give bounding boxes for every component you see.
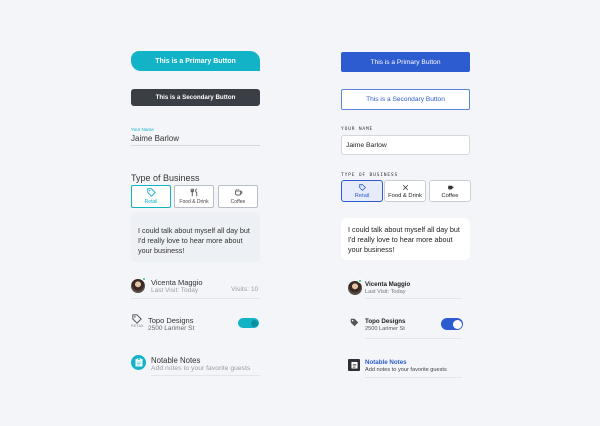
name-field[interactable]: Jaime Barlow xyxy=(341,135,470,155)
contact-name: Vicenta Maggio xyxy=(151,278,203,287)
business-toggle[interactable] xyxy=(238,318,259,328)
contact-visits: Visits: 10 xyxy=(231,286,259,293)
business-option-coffee[interactable]: Coffee xyxy=(218,185,258,208)
name-field[interactable]: Jaime Barlow xyxy=(131,134,179,143)
coffee-cup-icon xyxy=(447,185,453,190)
secondary-button[interactable]: This is a Secondary Button xyxy=(131,89,260,106)
business-option-label: Food & Drink xyxy=(388,192,422,199)
notes-subtitle: Add notes to your favorite guests xyxy=(365,367,447,373)
notes-icon xyxy=(131,355,146,370)
toggle-knob xyxy=(250,319,258,327)
online-status-dot xyxy=(142,277,146,281)
tag-icon xyxy=(146,188,156,197)
business-tag-label: RETAIL xyxy=(131,324,145,328)
coffee-cup-icon xyxy=(234,189,242,196)
divider xyxy=(365,298,462,299)
divider xyxy=(131,298,260,299)
clipboard-icon xyxy=(135,358,142,367)
message-card: I could talk about myself all day but I'… xyxy=(131,212,260,262)
tag-icon xyxy=(132,314,142,324)
business-option-food-drink[interactable]: Food & Drink xyxy=(384,180,426,202)
business-option-label: Coffee xyxy=(441,192,459,199)
notes-title[interactable]: Notable Notes xyxy=(151,356,200,365)
primary-button[interactable]: This is a Primary Button xyxy=(341,52,470,72)
online-status-dot xyxy=(358,279,362,283)
name-field-underline xyxy=(131,145,260,146)
name-field-label: YOUR NAME xyxy=(341,127,374,132)
avatar xyxy=(131,279,145,293)
primary-button[interactable]: This is a Primary Button xyxy=(131,51,260,71)
business-option-label: Coffee xyxy=(230,199,246,205)
contact-last-visit: Last Visit: Today xyxy=(365,289,406,295)
business-address: 2500 Larimer St xyxy=(365,326,405,332)
divider xyxy=(151,375,260,376)
name-field-label: Your Name xyxy=(131,127,154,132)
business-option-food-drink[interactable]: Food & Drink xyxy=(174,185,214,208)
message-text: I could talk about myself all day but I'… xyxy=(138,226,250,255)
business-address: 2500 Larimer St xyxy=(148,325,195,332)
business-option-coffee[interactable]: Coffee xyxy=(429,180,471,202)
business-option-label: Retail xyxy=(354,192,370,199)
notes-title[interactable]: Notable Notes xyxy=(365,359,407,366)
contact-name: Vicenta Maggio xyxy=(365,281,411,288)
divider xyxy=(365,377,462,378)
business-toggle[interactable] xyxy=(441,318,463,330)
message-card: I could talk about myself all day but I'… xyxy=(341,218,470,260)
avatar xyxy=(348,281,362,295)
notes-icon xyxy=(348,359,360,371)
business-name: Topo Designs xyxy=(365,318,406,325)
clipboard-icon xyxy=(350,361,358,369)
business-option-label: Food & Drink xyxy=(179,199,209,205)
business-type-title: TYPE OF BUSINESS xyxy=(341,173,399,178)
business-option-label: Retail xyxy=(144,199,158,205)
business-name: Topo Designs xyxy=(148,316,194,325)
secondary-button[interactable]: This is a Secondary Button xyxy=(341,89,470,110)
fork-knife-icon xyxy=(190,188,197,197)
tag-icon xyxy=(358,183,366,191)
fork-knife-icon xyxy=(402,184,408,190)
notes-subtitle: Add notes to your favorite guests xyxy=(151,365,251,372)
divider xyxy=(365,338,462,339)
contact-last-visit: Last Visit: Today xyxy=(151,287,199,294)
business-option-retail[interactable]: Retail xyxy=(341,180,383,202)
toggle-knob xyxy=(452,319,462,329)
tag-icon xyxy=(350,318,359,327)
business-type-title: Type of Business xyxy=(131,173,200,183)
business-option-retail[interactable]: Retail xyxy=(131,185,171,208)
message-text: I could talk about myself all day but I'… xyxy=(348,225,460,254)
